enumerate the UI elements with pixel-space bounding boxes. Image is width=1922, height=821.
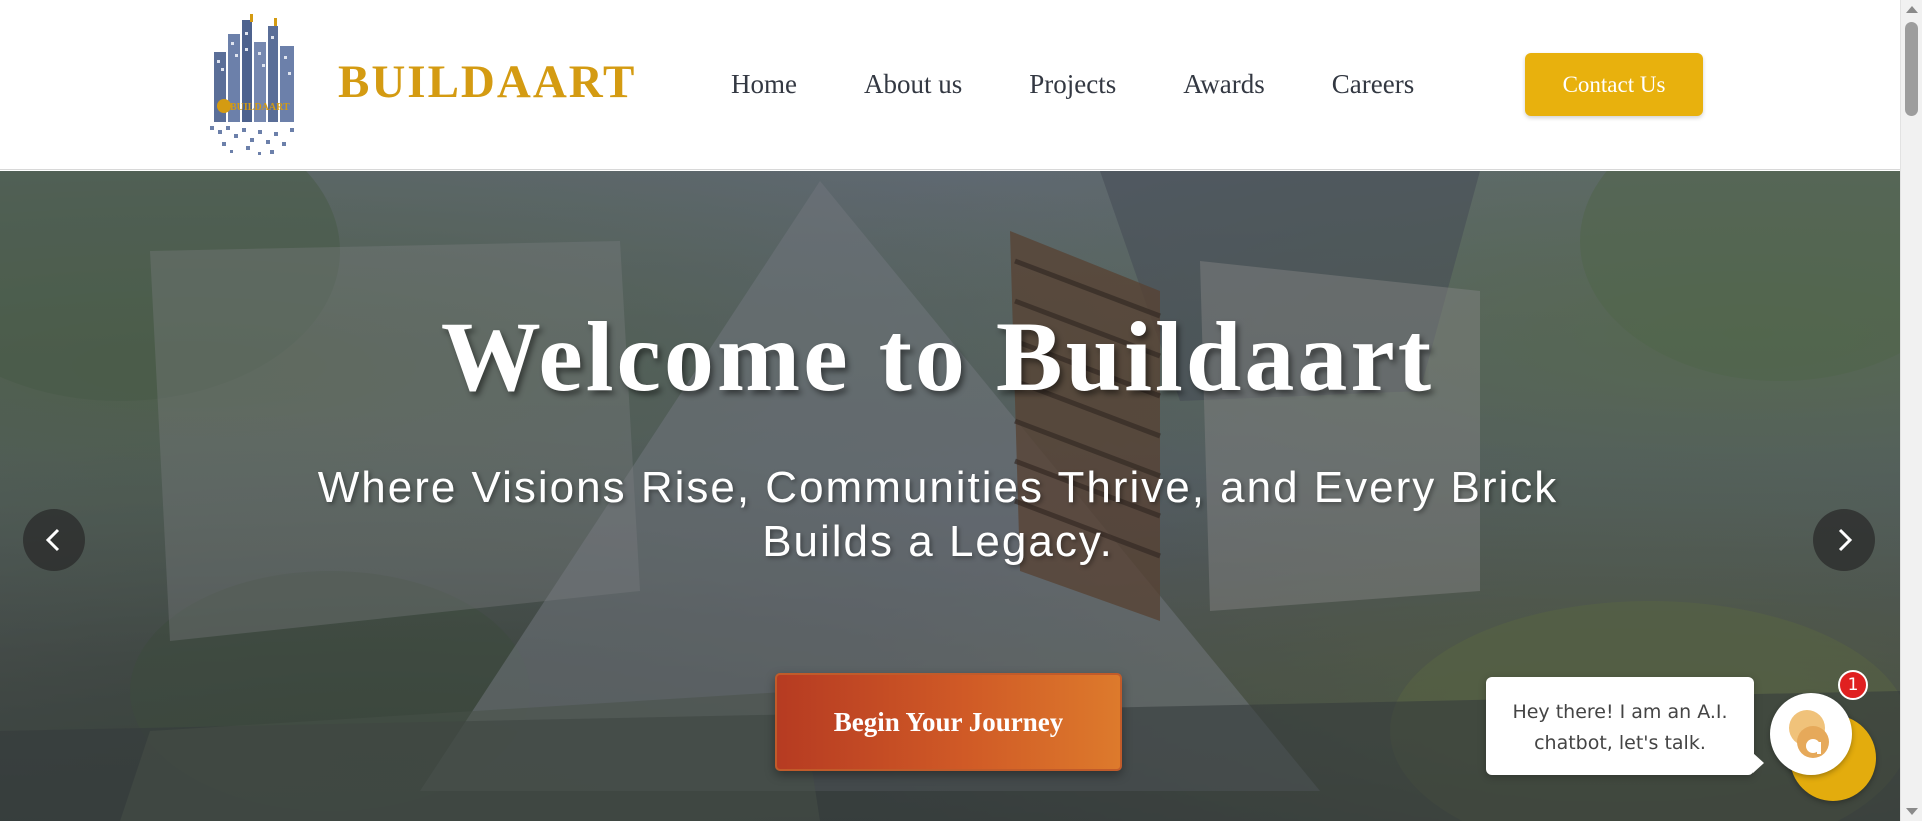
nav-careers[interactable]: Careers [1332,64,1414,104]
main-nav: Home About us Projects Awards Careers [731,64,1414,104]
chat-notification-badge: 1 [1838,670,1868,700]
nav-home[interactable]: Home [731,64,797,104]
carousel-next-button[interactable] [1813,509,1875,571]
nav-awards[interactable]: Awards [1183,64,1265,104]
chatbot-avatar[interactable] [1770,693,1852,775]
chatbot-greeting-bubble[interactable]: Hey there! I am an A.I. chatbot, let's t… [1486,677,1764,775]
logo-link[interactable]: BUILDAART BUILDAART [200,12,636,157]
bubble-tail [1753,753,1764,773]
chatbot-logo-icon [1789,710,1829,758]
nav-about-us[interactable]: About us [864,64,962,104]
site-header: BUILDAART BUILDAART Home About us Projec… [0,0,1900,170]
carousel-prev-button[interactable] [23,509,85,571]
brand-name[interactable]: BUILDAART [338,55,636,109]
begin-journey-button[interactable]: Begin Your Journey [775,673,1122,771]
hero-title: Welcome to Buildaart [440,301,1435,412]
nav-projects[interactable]: Projects [1029,64,1116,104]
contact-us-button[interactable]: Contact Us [1525,53,1703,116]
scroll-down-arrow-icon[interactable] [1906,808,1918,815]
chevron-right-icon [1838,528,1853,552]
logo-mark-text: BUILDAART [230,102,290,113]
hero-subtitle: Where Visions Rise, Communities Thrive, … [317,463,1559,566]
scrollbar-thumb[interactable] [1905,22,1918,116]
chevron-left-icon [45,528,60,552]
page-scrollbar[interactable] [1900,0,1922,821]
chatbot-greeting-text: Hey there! I am an A.I. chatbot, let's t… [1512,701,1728,754]
scroll-up-arrow-icon[interactable] [1906,6,1918,13]
buildaart-logo-icon: BUILDAART [210,14,294,155]
